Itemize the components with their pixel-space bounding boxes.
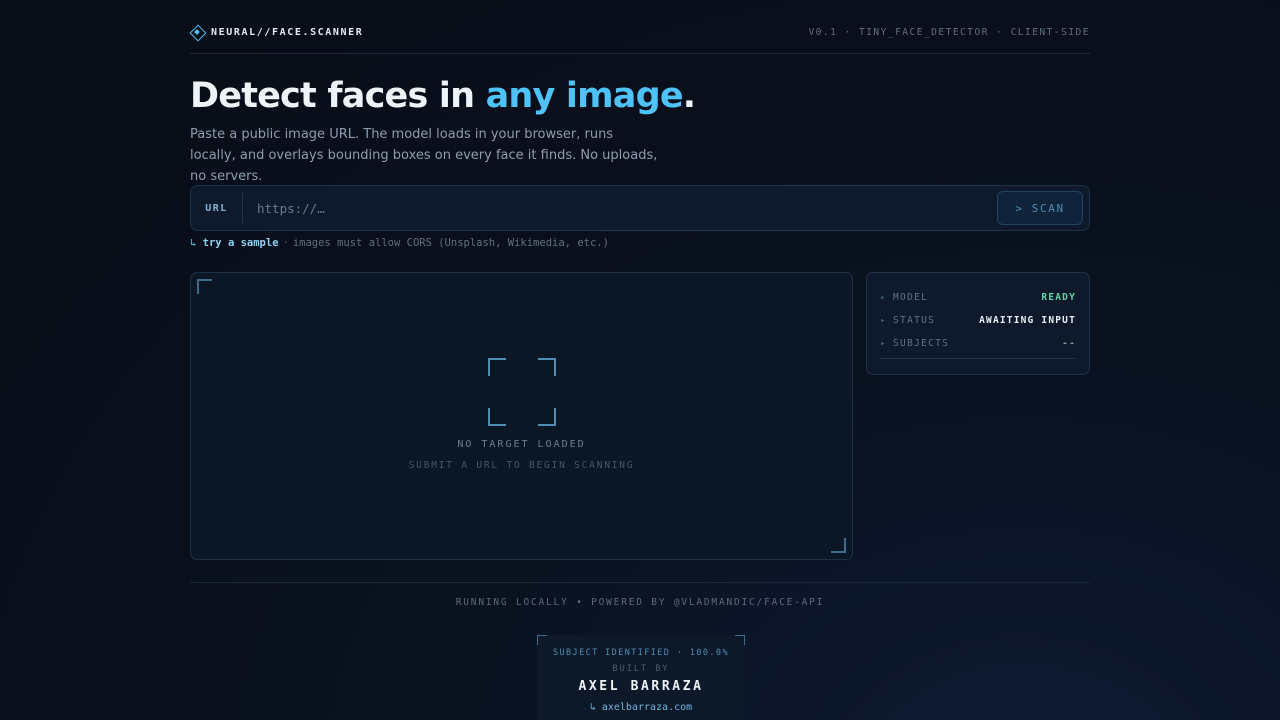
credit-built-by: BUILT BY (612, 664, 670, 674)
stat-row-subjects: ▸ SUBJECTS -- (880, 332, 1076, 355)
hint-separator: · (282, 237, 289, 249)
empty-subtitle: SUBMIT A URL TO BEGIN SCANNING (408, 460, 635, 471)
stat-key: STATUS (893, 315, 936, 326)
brand-name: NEURAL//FACE.SCANNER (211, 26, 364, 38)
page-subtitle: Paste a public image URL. The model load… (190, 127, 658, 184)
url-bar: URL > SCAN (190, 185, 1090, 231)
corner-bracket-icon (537, 635, 547, 645)
scan-button[interactable]: > SCAN (997, 191, 1083, 225)
title-accent: any image (485, 76, 684, 116)
url-label: URL (191, 193, 243, 223)
version-meta: V0.1 · TINY_FACE_DETECTOR · CLIENT-SIDE (808, 26, 1090, 38)
credit-name: AXEL BARRAZA (578, 679, 704, 694)
credit-card: SUBJECT IDENTIFIED · 100.0% BUILT BY AXE… (537, 635, 745, 720)
header-divider (190, 53, 1090, 54)
page-title: Detect faces in any image. (190, 76, 696, 116)
page: NEURAL//FACE.SCANNER V0.1 · TINY_FACE_DE… (190, 0, 1090, 720)
title-main: Detect faces in (190, 76, 486, 116)
corner-bracket-icon (735, 635, 745, 645)
model-status-value: READY (1041, 292, 1076, 303)
stat-row-status: ▸ STATUS AWAITING INPUT (880, 309, 1076, 332)
url-input[interactable] (243, 193, 997, 223)
hint-line: ↳ try a sample · images must allow CORS (U… (190, 237, 609, 249)
top-bar: NEURAL//FACE.SCANNER V0.1 · TINY_FACE_DE… (190, 22, 1090, 42)
hint-arrow-icon: ↳ (190, 237, 197, 249)
bullet-icon: ▸ (880, 315, 888, 326)
title-end: . (682, 76, 696, 116)
subjects-value: -- (1062, 338, 1076, 349)
try-sample-link[interactable]: try a sample (203, 237, 279, 249)
stats-divider (880, 358, 1076, 359)
empty-title: NO TARGET LOADED (457, 439, 586, 450)
bullet-icon: ▸ (880, 338, 888, 349)
scan-frame-icon (488, 358, 556, 426)
bullet-icon: ▸ (880, 292, 888, 303)
corner-bracket-icon (831, 538, 846, 553)
corner-bracket-icon (197, 279, 212, 294)
status-value: AWAITING INPUT (979, 315, 1076, 326)
footer-text: RUNNING LOCALLY • POWERED BY @VLADMANDIC… (455, 597, 825, 608)
stat-key: SUBJECTS (893, 338, 950, 349)
diamond-logo-icon (190, 25, 204, 39)
credit-identified: SUBJECT IDENTIFIED · 100.0% (553, 648, 729, 658)
image-viewer[interactable]: NO TARGET LOADED SUBMIT A URL TO BEGIN S… (190, 272, 853, 560)
status-panel: ▸ MODEL READY ▸ STATUS AWAITING INPUT ▸ SUB… (866, 272, 1090, 375)
brand[interactable]: NEURAL//FACE.SCANNER (190, 25, 363, 39)
footer-divider (190, 582, 1090, 583)
cors-note: images must allow CORS (Unsplash, Wikime… (292, 237, 609, 249)
stat-row-model: ▸ MODEL READY (880, 286, 1076, 309)
stat-key: MODEL (893, 292, 929, 303)
credit-link[interactable]: ↳ axelbarraza.com (537, 702, 745, 713)
